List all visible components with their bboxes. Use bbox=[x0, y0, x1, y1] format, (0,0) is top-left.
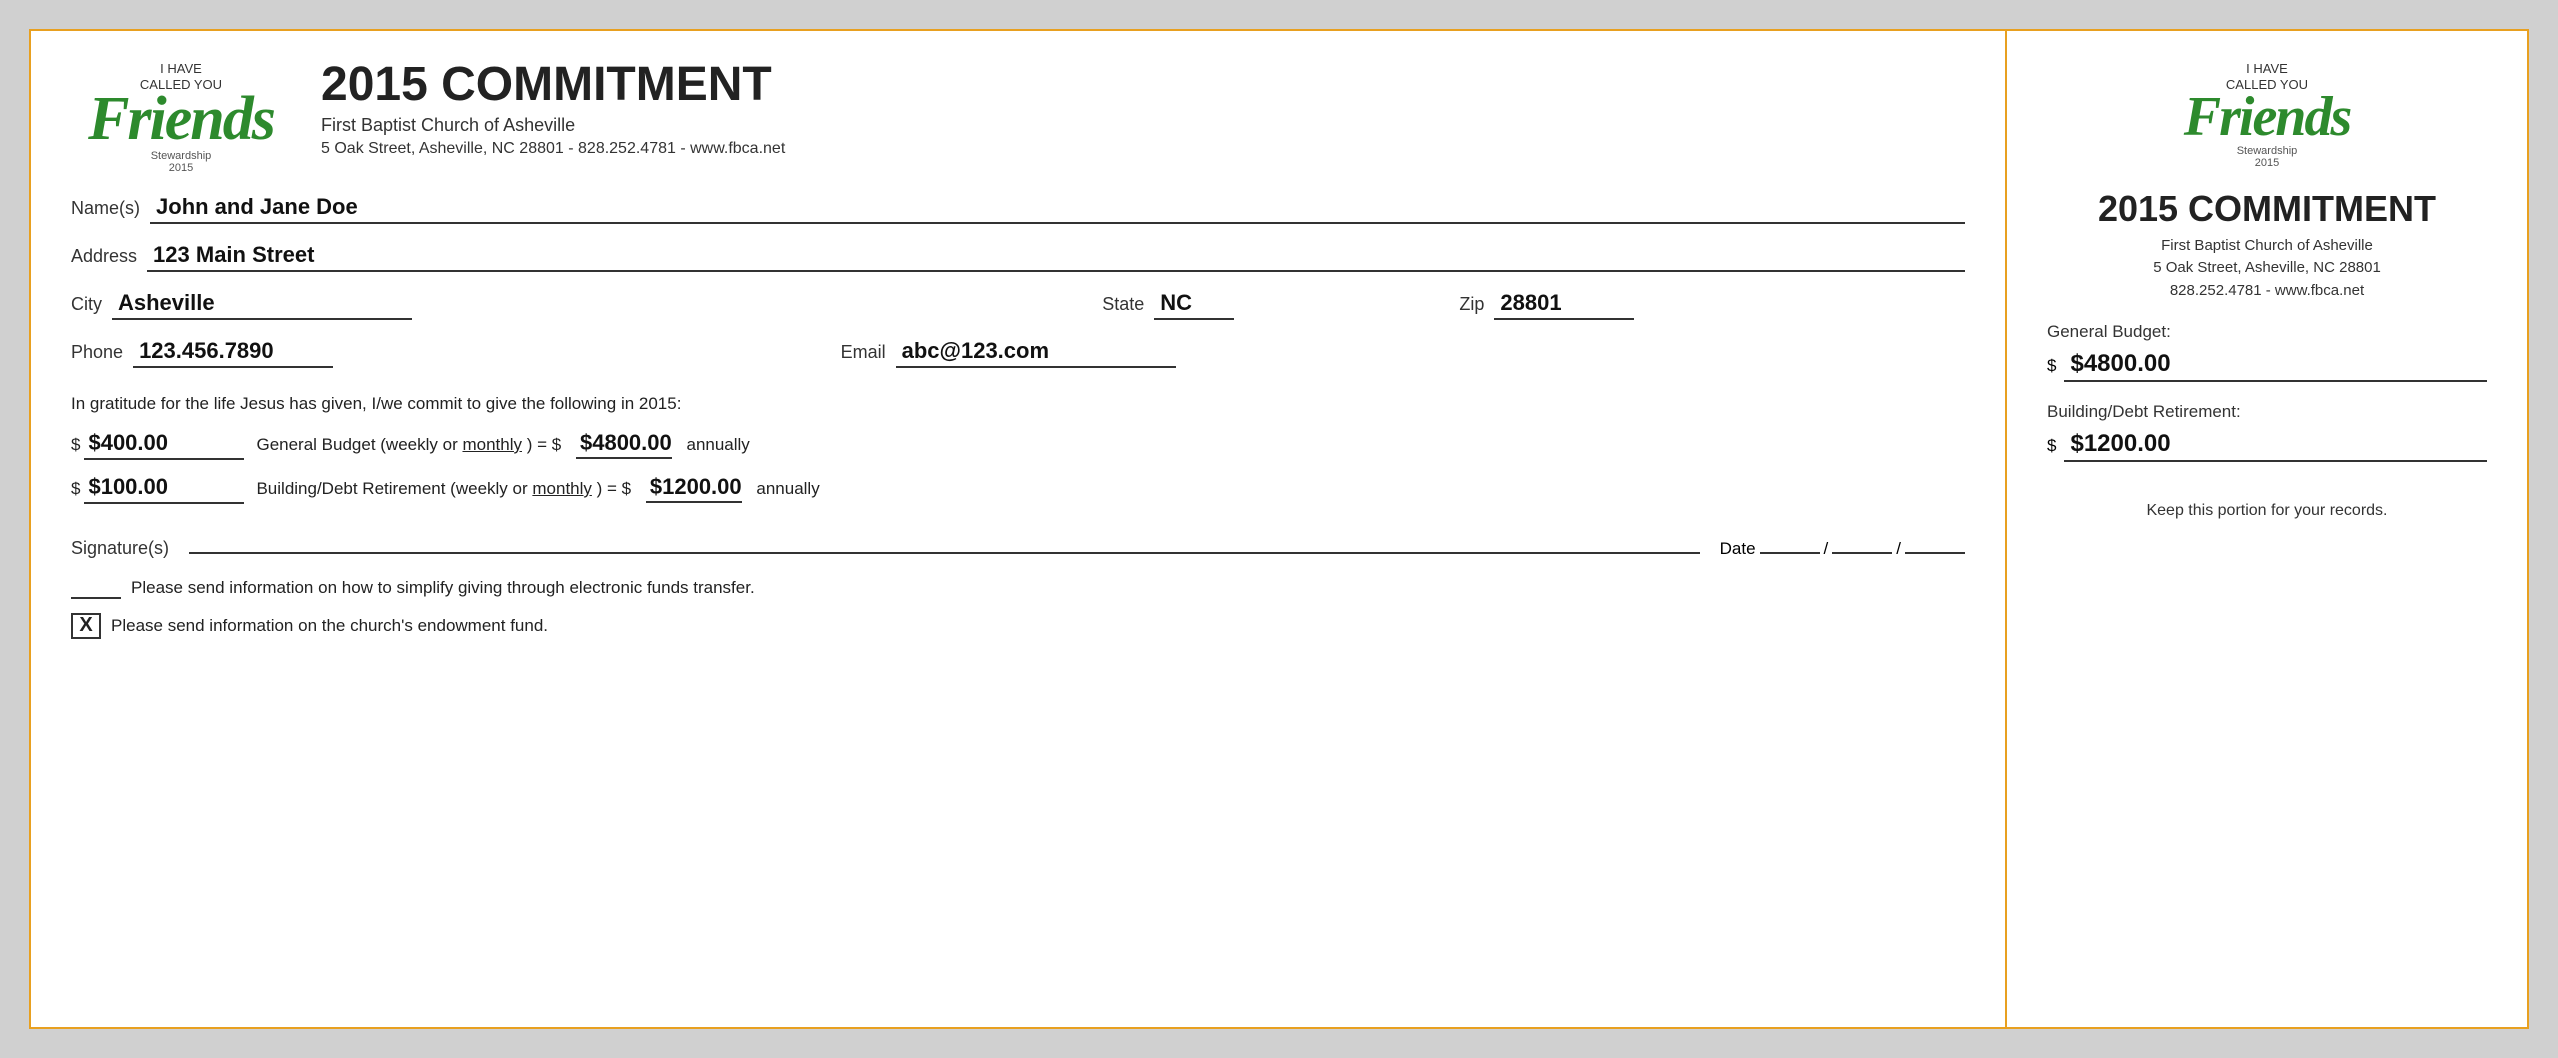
address-row: Address 123 Main Street bbox=[71, 242, 1965, 272]
email-value: abc@123.com bbox=[896, 338, 1176, 368]
stub-general-amount: $4800.00 bbox=[2064, 350, 2487, 382]
city-label: City bbox=[71, 294, 102, 315]
phone-group: Phone 123.456.7890 bbox=[71, 338, 821, 368]
stub-general-budget: General Budget: $ $4800.00 bbox=[2047, 322, 2487, 382]
address-value: 123 Main Street bbox=[147, 242, 1965, 272]
signature-label: Signature(s) bbox=[71, 538, 169, 559]
phone-value: 123.456.7890 bbox=[133, 338, 333, 368]
stewardship-badge: Stewardship 2015 bbox=[151, 150, 212, 174]
date-label: Date bbox=[1720, 539, 1756, 559]
date-area: Date / / bbox=[1720, 539, 1965, 559]
email-group: Email abc@123.com bbox=[841, 338, 1965, 368]
stub-friends-logo: Friends bbox=[2184, 92, 2351, 142]
phone-email-row: Phone 123.456.7890 Email abc@123.com bbox=[71, 338, 1965, 368]
signature-line bbox=[189, 552, 1700, 554]
form-header: I HAVE CALLED YOU Friends Stewardship 20… bbox=[71, 61, 1965, 174]
church-name: First Baptist Church of Asheville bbox=[321, 115, 1965, 136]
address-label: Address bbox=[71, 246, 137, 267]
checkbox2-text: Please send information on the church's … bbox=[111, 616, 548, 636]
general-budget-row: $ $400.00 General Budget (weekly or mont… bbox=[71, 430, 1965, 460]
stub-commitment-title: 2015 COMMITMENT bbox=[2098, 191, 2436, 227]
stub-dollar-1: $ bbox=[2047, 356, 2056, 376]
date-line-1 bbox=[1760, 552, 1820, 554]
stewardship-text: Stewardship bbox=[151, 150, 212, 162]
general-budget-desc: General Budget (weekly or monthly ) = $ … bbox=[256, 430, 1965, 456]
building-annual: $1200.00 bbox=[646, 474, 742, 503]
stub-i-have: I HAVE bbox=[2246, 61, 2288, 76]
stub-logo-area: I HAVE CALLED YOU Friends Stewardship 20… bbox=[2184, 61, 2351, 169]
city-group: City Asheville bbox=[71, 290, 1082, 320]
church-address: 5 Oak Street, Asheville, NC 28801 - 828.… bbox=[321, 140, 1965, 158]
checkbox-row-1: Please send information on how to simpli… bbox=[71, 577, 1965, 599]
building-debt-row: $ $100.00 Building/Debt Retirement (week… bbox=[71, 474, 1965, 504]
stub-general-label: General Budget: bbox=[2047, 322, 2487, 342]
stub-section: I HAVE CALLED YOU Friends Stewardship 20… bbox=[2007, 31, 2527, 1027]
form-section: I HAVE CALLED YOU Friends Stewardship 20… bbox=[31, 31, 2007, 1027]
checkbox1-text: Please send information on how to simpli… bbox=[131, 578, 755, 598]
friends-logo: Friends bbox=[88, 92, 274, 148]
general-budget-amount: $400.00 bbox=[84, 430, 244, 460]
zip-label: Zip bbox=[1459, 294, 1484, 315]
commitment-title: 2015 COMMITMENT bbox=[321, 61, 1965, 109]
stub-stewardship: Stewardship 2015 bbox=[2237, 145, 2298, 169]
stewardship-year: 2015 bbox=[169, 162, 193, 174]
phone-label: Phone bbox=[71, 342, 123, 363]
date-line-2 bbox=[1832, 552, 1892, 554]
stub-dollar-2: $ bbox=[2047, 436, 2056, 456]
state-label: State bbox=[1102, 294, 1144, 315]
gratitude-text: In gratitude for the life Jesus has give… bbox=[71, 394, 1965, 414]
dollar-sign-2: $ bbox=[71, 479, 80, 499]
stub-footer: Keep this portion for your records. bbox=[2146, 502, 2387, 520]
zip-group: Zip 28801 bbox=[1459, 290, 1965, 320]
building-desc: Building/Debt Retirement (weekly or mont… bbox=[256, 474, 1965, 500]
commitment-card: I HAVE CALLED YOU Friends Stewardship 20… bbox=[29, 29, 2529, 1029]
name-row: Name(s) John and Jane Doe bbox=[71, 194, 1965, 224]
state-value: NC bbox=[1154, 290, 1234, 320]
signature-row: Signature(s) Date / / bbox=[71, 538, 1965, 559]
checkbox-x-2: X bbox=[71, 613, 101, 639]
state-group: State NC bbox=[1102, 290, 1439, 320]
general-budget-annual: $4800.00 bbox=[576, 430, 672, 459]
email-label: Email bbox=[841, 342, 886, 363]
stub-church-info: First Baptist Church of Asheville 5 Oak … bbox=[2153, 235, 2381, 303]
stub-building-section: Building/Debt Retirement: $ $1200.00 bbox=[2047, 402, 2487, 462]
date-line-3 bbox=[1905, 552, 1965, 554]
logo-area: I HAVE CALLED YOU Friends Stewardship 20… bbox=[71, 61, 291, 174]
page-container: I HAVE CALLED YOU Friends Stewardship 20… bbox=[0, 0, 2558, 1058]
city-state-zip-row: City Asheville State NC Zip 28801 bbox=[71, 290, 1965, 320]
zip-value: 28801 bbox=[1494, 290, 1634, 320]
dollar-sign-1: $ bbox=[71, 435, 80, 455]
stub-building-amount-row: $ $1200.00 bbox=[2047, 430, 2487, 462]
checkbox-row-2: X Please send information on the church'… bbox=[71, 613, 1965, 639]
header-info: 2015 COMMITMENT First Baptist Church of … bbox=[321, 61, 1965, 158]
city-value: Asheville bbox=[112, 290, 412, 320]
stub-general-amount-row: $ $4800.00 bbox=[2047, 350, 2487, 382]
stub-building-amount: $1200.00 bbox=[2064, 430, 2487, 462]
name-value: John and Jane Doe bbox=[150, 194, 1965, 224]
i-have-text: I HAVE bbox=[160, 61, 202, 76]
checkbox-blank-1 bbox=[71, 577, 121, 599]
building-amount: $100.00 bbox=[84, 474, 244, 504]
name-label: Name(s) bbox=[71, 198, 140, 219]
stub-building-label: Building/Debt Retirement: bbox=[2047, 402, 2487, 422]
